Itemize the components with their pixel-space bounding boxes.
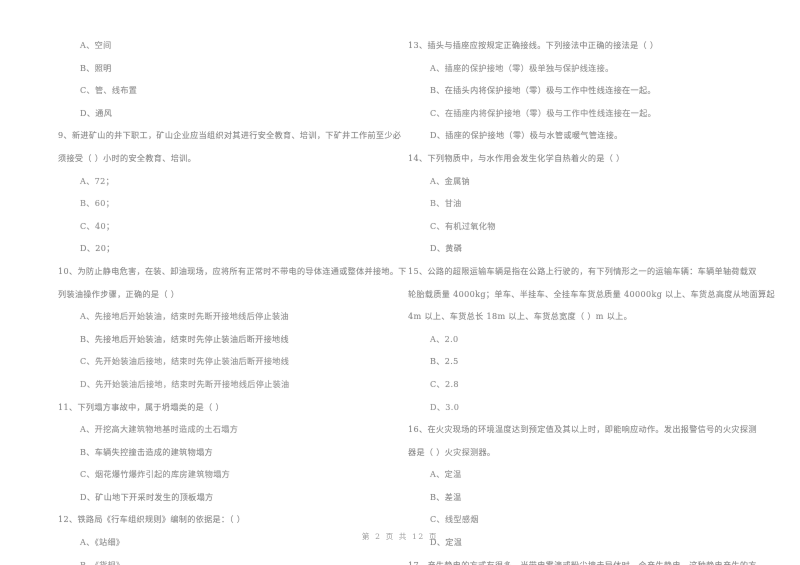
question-13: 13、插头与插座应按规定正确接线。下列接法中正确的接法是（ ） A、插座的保护接… bbox=[408, 34, 758, 147]
option-item: D、通风 bbox=[80, 107, 113, 118]
option-item: B、车辆失控撞击造成的建筑物塌方 bbox=[80, 446, 213, 457]
option-item: C、有机过氧化物 bbox=[430, 220, 496, 231]
option-item: C、烟花爆竹爆炸引起的库房建筑物塌方 bbox=[80, 469, 231, 480]
option-item: A、72； bbox=[80, 175, 115, 186]
question-stem-line: 轮胎载质量 4000kg；单车、半挂车、全挂车车货总质量 40000kg 以上、… bbox=[408, 288, 775, 299]
option-item: A、金属钠 bbox=[430, 175, 470, 186]
option-item: C、2.8 bbox=[430, 378, 459, 389]
question-stem-line: 15、公路的超限运输车辆是指在公路上行驶的，有下列情形之一的运输车辆：车辆单轴荷… bbox=[408, 265, 757, 276]
option-item: B、在插头内将保护接地（零）极与工作中性线连接在一起。 bbox=[430, 85, 656, 96]
option-item: C、40； bbox=[80, 220, 115, 231]
question-stem-line: 9、新进矿山的井下职工，矿山企业应当组织对其进行安全教育、培训，下矿井工作前至少… bbox=[58, 130, 402, 141]
question-stem-line: 10、为防止静电危害，在装、卸油现场，应将所有正常时不带电的导体连通或整体并接地… bbox=[58, 265, 407, 276]
option-item: B、甘油 bbox=[430, 198, 462, 209]
top-spacer-left bbox=[58, 0, 408, 34]
top-spacer-right bbox=[408, 0, 758, 34]
question-11: 11、下列塌方事故中，属于坍塌类的是（ ） A、开挖高大建筑物地基时造成的土石塌… bbox=[58, 396, 408, 509]
question-stem-line: 4m 以上、车货总长 18m 以上、车货总宽度（ ）m 以上。 bbox=[408, 311, 633, 322]
option-item: A、插座的保护接地（零）极单独与保护线连接。 bbox=[430, 62, 614, 73]
question-stem-line: 17、产生静电的方式有很多，当带电雾滴或粉尘撞击导体时，会产生静电。这种静电产生… bbox=[408, 559, 757, 565]
question-15: 15、公路的超限运输车辆是指在公路上行驶的，有下列情形之一的运输车辆：车辆单轴荷… bbox=[408, 260, 775, 418]
question-stem-line: 12、铁路局《行车组织规则》编制的依据是：（ ） bbox=[58, 514, 246, 525]
question-9: 9、新进矿山的井下职工，矿山企业应当组织对其进行安全教育、培训，下矿井工作前至少… bbox=[58, 124, 408, 260]
option-item: A、开挖高大建筑物地基时造成的土石塌方 bbox=[80, 424, 239, 435]
scanned-exam-page: A、空间 B、照明 C、管、线布置 D、通风 9、新进矿山的井下职工，矿山企业应… bbox=[0, 0, 800, 565]
option-item: B、2.5 bbox=[430, 356, 459, 367]
option-item: B、60； bbox=[80, 198, 115, 209]
option-item: C、先开始装油后接地，结束时先停止装油后断开接地线 bbox=[80, 356, 290, 367]
option-item: D、矿山地下开采时发生的顶板塌方 bbox=[80, 491, 214, 502]
option-item: A、空间 bbox=[80, 40, 112, 50]
question-14: 14、下列物质中，与水作用会发生化学自热着火的是（ ） A、金属钠 B、甘油 C… bbox=[408, 147, 758, 260]
left-column: A、空间 B、照明 C、管、线布置 D、通风 9、新进矿山的井下职工，矿山企业应… bbox=[58, 0, 408, 565]
option-item: C、线型感烟 bbox=[430, 514, 479, 525]
question-10: 10、为防止静电危害，在装、卸油现场，应将所有正常时不带电的导体连通或整体并接地… bbox=[58, 260, 408, 396]
option-item: B、照明 bbox=[80, 62, 112, 73]
option-item: A、2.0 bbox=[430, 333, 459, 344]
question-stem-line: 须接受（ ）小时的安全教育、培训。 bbox=[58, 152, 197, 163]
page-footer: 第 2 页 共 12 页 bbox=[361, 532, 439, 541]
option-item: C、管、线布置 bbox=[80, 85, 138, 96]
option-item: C、在插座内将保护接地（零）极与工作中性线连接在一起。 bbox=[430, 107, 657, 118]
option-item: D、3.0 bbox=[430, 401, 460, 412]
orphan-options-group: A、空间 B、照明 C、管、线布置 D、通风 bbox=[58, 34, 408, 124]
option-item: B、《货规》 bbox=[80, 559, 125, 565]
option-item: A、先接地后开始装油，结束时先断开接地线后停止装油 bbox=[80, 311, 289, 322]
option-item: D、先开始装油后接地，结束时先断开接地线后停止装油 bbox=[80, 378, 290, 389]
option-item: D、插座的保护接地（零）极与水管或暖气管连接。 bbox=[430, 130, 623, 141]
right-column: 13、插头与插座应按规定正确接线。下列接法中正确的接法是（ ） A、插座的保护接… bbox=[408, 0, 775, 565]
question-17: 17、产生静电的方式有很多，当带电雾滴或粉尘撞击导体时，会产生静电。这种静电产生… bbox=[408, 554, 758, 565]
option-item: D、20； bbox=[80, 243, 115, 254]
option-item: B、差温 bbox=[430, 491, 462, 502]
question-stem-line: 器是（ ）火灾探测器。 bbox=[408, 446, 496, 457]
option-item: D、黄磷 bbox=[430, 243, 463, 254]
question-stem-line: 14、下列物质中，与水作用会发生化学自热着火的是（ ） bbox=[408, 152, 625, 163]
question-stem-line: 11、下列塌方事故中，属于坍塌类的是（ ） bbox=[58, 401, 224, 412]
option-item: A、定温 bbox=[430, 469, 462, 480]
question-stem-line: 列装油操作步骤，正确的是（ ） bbox=[58, 288, 180, 299]
question-stem-line: 16、在火灾现场的环境温度达到预定值及其以上时，即能响应动作。发出报警信号的火灾… bbox=[408, 424, 757, 435]
option-item: B、先接地后开始装油，结束时先停止装油后断开接地线 bbox=[80, 333, 289, 344]
question-stem-line: 13、插头与插座应按规定正确接线。下列接法中正确的接法是（ ） bbox=[408, 40, 659, 50]
